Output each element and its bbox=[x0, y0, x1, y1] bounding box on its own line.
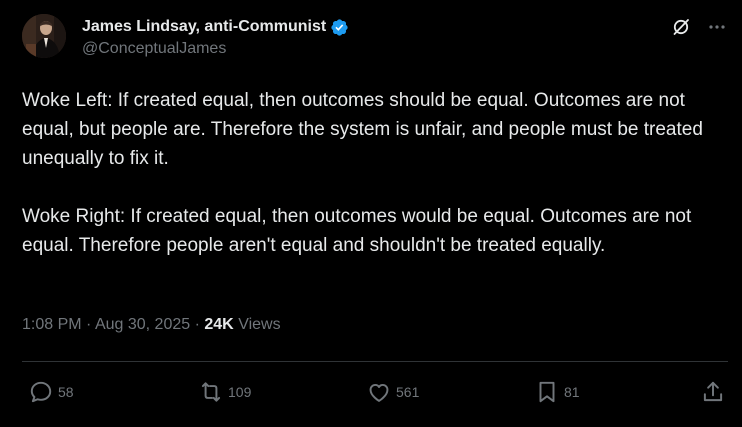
verified-badge-icon[interactable] bbox=[330, 18, 349, 37]
bookmark-count: 81 bbox=[564, 384, 580, 400]
meta-separator: · bbox=[86, 316, 95, 333]
bookmark-icon bbox=[534, 379, 560, 405]
user-handle[interactable]: @ConceptualJames bbox=[82, 40, 349, 58]
post-paragraph: Woke Right: If created equal, then outco… bbox=[22, 206, 692, 256]
divider bbox=[22, 361, 728, 362]
post-card: James Lindsay, anti-Communist @Conceptua… bbox=[0, 0, 742, 427]
views-count[interactable]: 24K bbox=[204, 316, 233, 333]
like-count: 561 bbox=[396, 384, 420, 400]
reply-icon bbox=[28, 379, 54, 405]
post-time[interactable]: 1:08 PM bbox=[22, 316, 82, 333]
reply-count: 58 bbox=[58, 384, 74, 400]
post-text: Woke Left: If created equal, then outcom… bbox=[22, 86, 722, 260]
post-paragraph: Woke Left: If created equal, then outcom… bbox=[22, 90, 703, 169]
avatar-image bbox=[22, 14, 66, 58]
share-icon bbox=[700, 379, 726, 405]
display-name[interactable]: James Lindsay, anti-Communist bbox=[82, 18, 326, 36]
heart-icon bbox=[366, 379, 392, 405]
post-meta: 1:08 PM · Aug 30, 2025 · 24K Views bbox=[22, 316, 281, 334]
action-bar: 58 109 561 81 bbox=[0, 378, 742, 408]
meta-separator: · bbox=[194, 316, 205, 333]
repost-count: 109 bbox=[228, 384, 252, 400]
views-label: Views bbox=[238, 316, 281, 333]
bookmark-button[interactable]: 81 bbox=[534, 378, 580, 406]
repost-icon bbox=[198, 379, 224, 405]
more-options-icon[interactable] bbox=[706, 16, 728, 38]
like-button[interactable]: 561 bbox=[366, 378, 419, 406]
reply-button[interactable]: 58 bbox=[28, 378, 74, 406]
repost-button[interactable]: 109 bbox=[198, 378, 251, 406]
avatar[interactable] bbox=[22, 14, 66, 58]
post-date[interactable]: Aug 30, 2025 bbox=[95, 316, 190, 333]
top-actions bbox=[670, 16, 728, 38]
post-header: James Lindsay, anti-Communist @Conceptua… bbox=[82, 16, 349, 62]
grok-icon[interactable] bbox=[670, 16, 692, 38]
share-button[interactable] bbox=[700, 378, 726, 406]
